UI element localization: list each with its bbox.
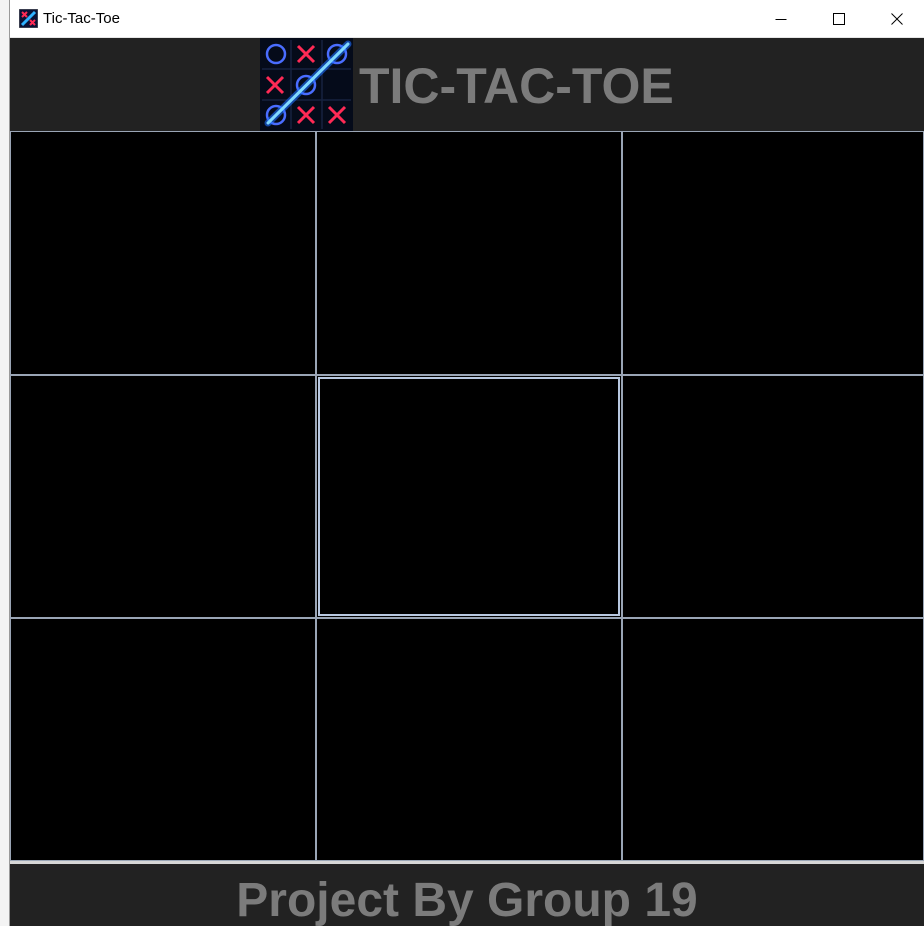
board-cell-8[interactable] bbox=[316, 618, 622, 861]
title-bar[interactable]: Tic-Tac-Toe bbox=[10, 0, 924, 38]
app-window: Tic-Tac-Toe TIC-TAC-TOE Project By Group… bbox=[9, 0, 924, 927]
maximize-icon bbox=[833, 12, 845, 25]
board-cell-3[interactable] bbox=[622, 131, 924, 375]
board-cell-9[interactable] bbox=[622, 618, 924, 861]
minimize-icon bbox=[775, 18, 787, 20]
desktop-background bbox=[0, 0, 9, 926]
minimize-button[interactable] bbox=[752, 0, 810, 37]
window-title: Tic-Tac-Toe bbox=[43, 10, 120, 27]
board-cell-1[interactable] bbox=[10, 131, 316, 375]
board-cell-2[interactable] bbox=[316, 131, 622, 375]
game-board bbox=[10, 131, 924, 861]
board-cell-4[interactable] bbox=[10, 375, 316, 618]
footer-credit: Project By Group 19 bbox=[236, 874, 698, 927]
close-button[interactable] bbox=[868, 0, 924, 37]
board-cell-7[interactable] bbox=[10, 618, 316, 861]
close-icon bbox=[891, 12, 903, 25]
board-cell-6[interactable] bbox=[622, 375, 924, 618]
board-cell-5[interactable] bbox=[316, 375, 622, 618]
tic-tac-toe-logo-icon bbox=[260, 38, 353, 131]
footer: Project By Group 19 bbox=[10, 861, 924, 927]
game-title: TIC-TAC-TOE bbox=[359, 58, 674, 114]
tic-tac-toe-app-icon bbox=[19, 9, 38, 28]
maximize-button[interactable] bbox=[810, 0, 868, 37]
game-header: TIC-TAC-TOE bbox=[10, 38, 924, 131]
